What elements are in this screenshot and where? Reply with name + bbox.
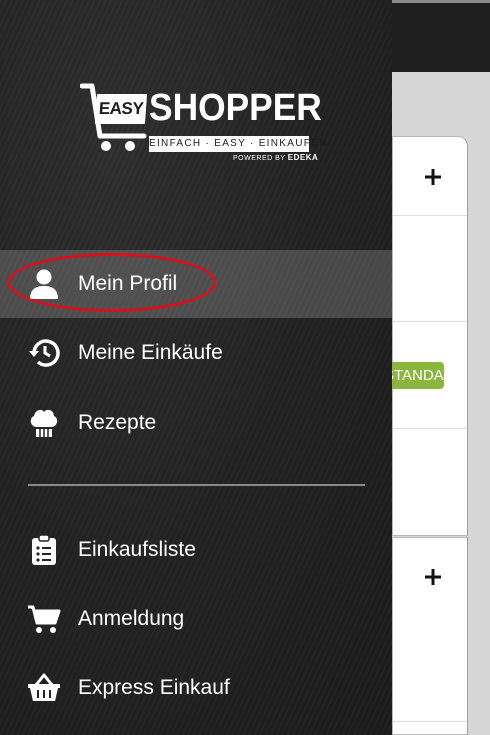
menu-item-einkaufsliste[interactable]: Einkaufsliste <box>0 516 392 584</box>
plus-icon <box>425 569 441 585</box>
powered-by-brand: EDEKA <box>287 153 319 162</box>
menu-item-label: Rezepte <box>78 411 157 434</box>
badge-label: STANDARD <box>384 367 444 384</box>
person-icon <box>27 267 61 301</box>
list-card[interactable] <box>392 136 468 536</box>
card-divider <box>393 721 467 722</box>
card-divider <box>393 321 467 322</box>
menu-item-label: Express Einkauf <box>78 676 230 699</box>
card-divider <box>393 215 467 216</box>
easy-shopper-logo: EASY SHOPPER EINFACH · EASY · EINKAUFEN … <box>80 80 326 164</box>
add-button[interactable] <box>419 563 447 591</box>
menu-item-label: Anmeldung <box>78 607 185 630</box>
menu-divider <box>28 484 365 486</box>
plus-icon <box>425 169 441 185</box>
menu-item-rezepte[interactable]: Rezepte <box>0 389 392 457</box>
navigation-drawer: EASY SHOPPER EINFACH · EASY · EINKAUFEN … <box>0 0 392 735</box>
logo-shopper-text: SHOPPER <box>149 87 322 129</box>
menu-item-meine-einkaeufe[interactable]: Meine Einkäufe <box>0 319 392 387</box>
basket-icon <box>27 671 61 705</box>
menu-item-mein-profil[interactable]: Mein Profil <box>0 250 392 318</box>
menu-item-express-einkauf[interactable]: Express Einkauf <box>0 654 392 722</box>
logo-tagline: EINFACH · EASY · EINKAUFEN <box>149 136 326 152</box>
menu-item-anmeldung[interactable]: Anmeldung <box>0 585 392 653</box>
shopping-cart-icon <box>27 602 61 636</box>
logo-powered-by: POWERED BY EDEKA <box>233 153 318 162</box>
logo-easy-text: EASY <box>94 94 148 124</box>
menu-item-label: Mein Profil <box>78 272 178 295</box>
history-icon <box>27 336 61 370</box>
chef-hat-icon <box>27 406 61 440</box>
menu-item-label: Meine Einkäufe <box>78 341 223 364</box>
clipboard-list-icon <box>27 533 61 567</box>
powered-by-label: POWERED BY <box>233 155 286 162</box>
card-divider <box>393 428 467 429</box>
add-button[interactable] <box>419 163 447 191</box>
menu-item-label: Einkaufsliste <box>78 538 196 561</box>
